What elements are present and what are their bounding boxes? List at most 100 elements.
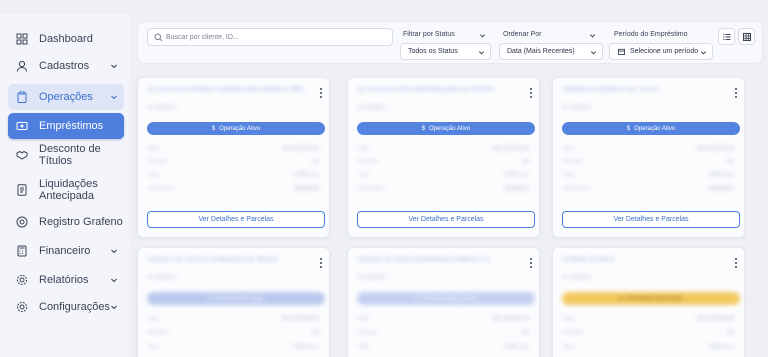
card-row-label: Parcelas <box>563 159 583 165</box>
sidebar-item-operacoes[interactable]: Operações <box>8 84 124 110</box>
card-row-label: Valor <box>358 146 370 152</box>
card-row: Vencimento 00/00/0000 <box>563 186 734 192</box>
order-value: Data (Mais Recentes) <box>507 48 575 55</box>
card-row-value: R$ 0.000.000,00 <box>697 146 734 152</box>
order-select[interactable]: Data (Mais Recentes) <box>499 43 603 60</box>
gear-report-icon <box>16 274 28 286</box>
status-badge: $ Processando parcial <box>357 292 535 305</box>
calculator-icon <box>17 245 27 257</box>
more-options-icon[interactable] <box>319 257 323 269</box>
view-details-button[interactable]: Ver Detalhes e Parcelas <box>562 211 740 228</box>
card-row-label: Taxa <box>148 172 159 178</box>
view-details-button[interactable]: Ver Detalhes e Parcelas <box>357 211 535 228</box>
document-list-icon <box>17 184 27 196</box>
list-icon <box>722 33 730 40</box>
card-row-label: Vencimento <box>563 186 590 192</box>
chevron-down-icon <box>479 33 486 37</box>
sidebar-item-dashboard[interactable]: Dashboard <box>8 29 124 49</box>
card-row-label: Taxa <box>358 172 369 178</box>
clipboard-icon <box>17 91 27 103</box>
card-row-label: Taxa <box>358 344 369 350</box>
sidebar-item-desconto-titulos[interactable]: Desconto de Títulos <box>8 143 124 167</box>
card-row: Valor R$ 0.000.000,00 <box>563 146 734 152</box>
period-label-text: Período do Empréstimo <box>614 31 688 38</box>
status-filter-select[interactable]: Todos os Status <box>400 43 491 60</box>
card-row: Taxa 0,00% a.m. <box>563 344 734 350</box>
period-value: Selecione um período <box>630 48 699 55</box>
card-row: Taxa 0,00% a.m. <box>148 344 319 350</box>
card-row-value: 0,00% a.m. <box>503 172 529 178</box>
view-details-button[interactable]: Ver Detalhes e Parcelas <box>147 211 325 228</box>
sidebar-item-label: Empréstimos <box>39 120 104 132</box>
more-options-icon[interactable] <box>529 87 533 99</box>
sidebar-item-label: Operações <box>39 91 93 103</box>
card-row-value: 0,00% a.m. <box>293 172 319 178</box>
sidebar-item-label: Desconto de Títulos <box>39 143 101 167</box>
card-row: Valor R$ 0.000.000,00 <box>358 146 529 152</box>
card-row-label: Parcelas <box>148 330 168 336</box>
dollar-icon: $ <box>626 125 631 132</box>
more-options-icon[interactable] <box>319 87 323 99</box>
card-row-value: 00/00/0000 <box>708 186 734 192</box>
card-row: Parcelas 0/0 <box>358 159 529 165</box>
status-badge: $ Operação Ativo <box>357 122 535 135</box>
more-options-icon[interactable] <box>529 257 533 269</box>
filter-bar: Buscar por cliente, ID... Filtrar por St… <box>137 21 763 64</box>
card-row: Valor R$ 0.000.000,00 <box>148 146 319 152</box>
loan-card: EC EXECAO DOS PROPRIEDADE DO GRUPO ID: 0… <box>347 77 540 238</box>
dollar-icon: $ <box>211 125 216 132</box>
sidebar-item-label: Registro Grafeno <box>39 216 123 228</box>
card-row: Parcelas 0/0 <box>148 159 319 165</box>
card-row: Parcelas 0/0 <box>358 330 529 336</box>
card-row: Parcelas 0/0 <box>563 330 734 336</box>
period-select[interactable]: Selecione um período <box>609 43 713 60</box>
search-input[interactable]: Buscar por cliente, ID... <box>147 28 393 46</box>
sidebar: Dashboard Cadastros Operações Empréstimo… <box>0 14 129 357</box>
grid-icon <box>742 32 751 41</box>
card-row-label: Parcelas <box>358 330 378 336</box>
sidebar-item-label-line2: Antecipada <box>39 190 95 202</box>
sidebar-item-financeiro[interactable]: Financeiro <box>8 241 124 261</box>
loan-card: RALDEZ DE OLIVER COMERCIO DE MEIOS ID: 0… <box>137 247 330 357</box>
sidebar-item-emprestimos[interactable]: Empréstimos <box>8 113 124 139</box>
dollar-icon: $ <box>421 125 426 132</box>
card-row: Valor R$ 0.000.000,00 <box>148 316 319 322</box>
chevron-down-icon <box>111 64 117 69</box>
card-row-value: 0/0 <box>312 159 319 165</box>
period-label: Período do Empréstimo <box>614 31 714 38</box>
more-options-icon[interactable] <box>734 257 738 269</box>
sidebar-item-configuracoes[interactable]: Configurações <box>8 297 124 317</box>
search-placeholder: Buscar por cliente, ID... <box>166 33 239 41</box>
status-badge: $ Operação Ativo <box>147 122 325 135</box>
card-subtitle: ID: 0000000 <box>358 275 386 281</box>
grid-view-button[interactable] <box>738 28 755 45</box>
list-view-button[interactable] <box>718 28 735 45</box>
dollar-icon: $ <box>207 295 211 302</box>
status-filter-value: Todos os Status <box>408 48 458 55</box>
card-title: RALDEZ DE OLIVER COMERCIO DE MEIOS <box>148 257 278 263</box>
sidebar-item-label: Relatórios <box>39 274 89 286</box>
more-options-icon[interactable] <box>734 87 738 99</box>
card-row: Valor R$ 0.000.000,00 <box>358 316 529 322</box>
sidebar-item-relatorios[interactable]: Relatórios <box>8 270 124 290</box>
card-row-label: Valor <box>148 146 160 152</box>
status-badge: $ Pendente Aprovação <box>562 292 740 305</box>
card-row-value: 0,00% a.m. <box>708 172 734 178</box>
card-title: EC EXECAO PRIVADA COMUNICADO EMPRESTIMO <box>148 87 304 93</box>
card-subtitle: ID: 0000000 <box>358 105 386 111</box>
card-row: Taxa 0,00% a.m. <box>358 172 529 178</box>
sidebar-item-cadastros[interactable]: Cadastros <box>8 56 124 76</box>
card-row-value: 0/0 <box>727 330 734 336</box>
card-row-label: Valor <box>563 146 575 152</box>
status-filter-label-dropdown[interactable]: Filtrar por Status <box>403 31 491 38</box>
card-row-label: Vencimento <box>148 186 175 192</box>
chevron-down-icon <box>589 33 596 37</box>
card-row: Parcelas 0/0 <box>148 330 319 336</box>
chevron-down-icon <box>111 305 117 310</box>
order-label: Ordenar Por <box>503 31 542 38</box>
card-row-value: 0/0 <box>727 159 734 165</box>
sidebar-item-registro-grafeno[interactable]: Registro Grafeno <box>8 212 124 232</box>
order-label-dropdown[interactable]: Ordenar Por <box>503 31 601 38</box>
status-badge: $ Processando pago <box>147 292 325 305</box>
sidebar-item-liquidacoes-antecipada[interactable]: Liquidações Antecipada <box>8 176 124 204</box>
